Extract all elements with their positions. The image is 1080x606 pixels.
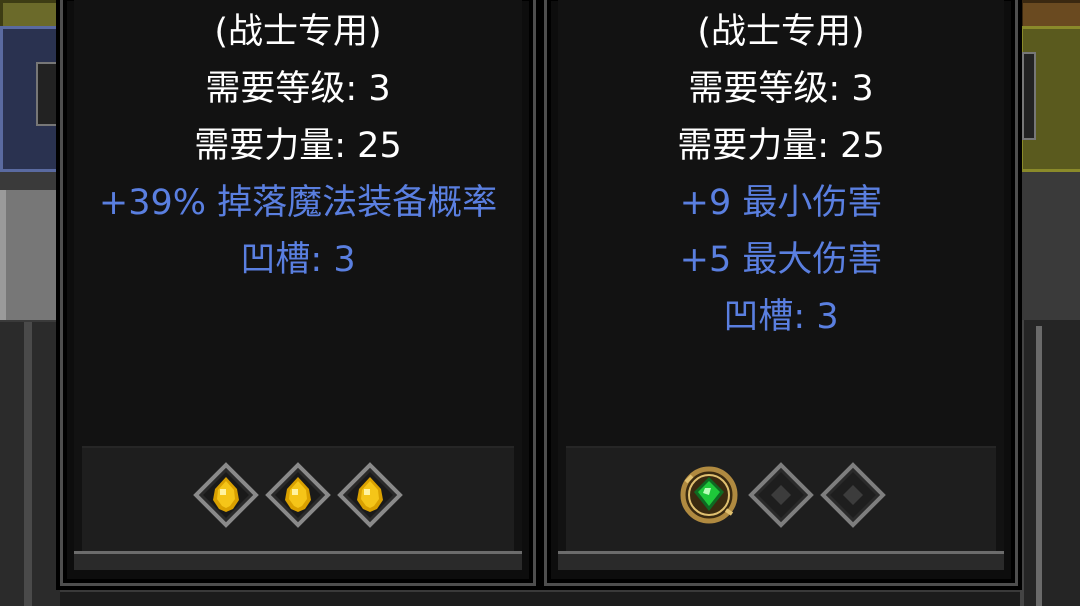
required-level: 需要等级: 3 <box>688 69 874 109</box>
max-damage-affix: +5 最大伤害 <box>679 240 883 280</box>
empty-socket-icon[interactable] <box>748 462 814 528</box>
socket-count: 凹槽: 3 <box>723 297 839 337</box>
empty-socket-icon[interactable] <box>820 462 886 528</box>
panel-divider <box>24 322 32 606</box>
gold-gem-socket-icon[interactable] <box>265 462 331 528</box>
socket-row <box>82 462 514 534</box>
emerald-gem-socket-icon[interactable] <box>676 462 742 528</box>
inventory-panel <box>1020 320 1080 606</box>
required-strength: 需要力量: 25 <box>677 126 885 166</box>
tooltip-bottom-rim <box>74 551 522 570</box>
socket-count: 凹槽: 3 <box>240 240 356 280</box>
socket-bar <box>566 446 996 552</box>
gold-gem-socket-icon[interactable] <box>337 462 403 528</box>
inventory-item-icon <box>1022 52 1036 140</box>
socket-bar <box>82 446 514 552</box>
item-tooltip-compare: (战士专用) 需要等级: 3 需要力量: 25 +9 最小伤害 +5 最大伤害 … <box>540 0 1022 590</box>
class-restriction: (战士专用) <box>214 12 382 52</box>
socket-row <box>566 462 996 534</box>
tooltip-body: (战士专用) 需要等级: 3 需要力量: 25 +39% 掉落魔法装备概率 凹槽… <box>74 0 522 570</box>
inventory-bottom-strip <box>60 592 1020 606</box>
class-restriction: (战士专用) <box>697 12 865 52</box>
magic-find-affix: +39% 掉落魔法装备概率 <box>98 183 498 223</box>
inventory-slot <box>0 190 64 320</box>
inventory-item-icon <box>36 62 58 126</box>
tooltip-body: (战士专用) 需要等级: 3 需要力量: 25 +9 最小伤害 +5 最大伤害 … <box>558 0 1004 570</box>
tooltip-bottom-rim <box>558 551 1004 570</box>
panel-divider <box>1036 326 1042 606</box>
item-tooltip-equipped: (战士专用) 需要等级: 3 需要力量: 25 +39% 掉落魔法装备概率 凹槽… <box>56 0 540 590</box>
min-damage-affix: +9 最小伤害 <box>679 183 883 223</box>
item-stats: (战士专用) 需要等级: 3 需要力量: 25 +39% 掉落魔法装备概率 凹槽… <box>74 4 522 289</box>
gold-gem-socket-icon[interactable] <box>193 462 259 528</box>
required-strength: 需要力量: 25 <box>194 126 402 166</box>
required-level: 需要等级: 3 <box>205 69 391 109</box>
item-stats: (战士专用) 需要等级: 3 需要力量: 25 +9 最小伤害 +5 最大伤害 … <box>558 4 1004 346</box>
